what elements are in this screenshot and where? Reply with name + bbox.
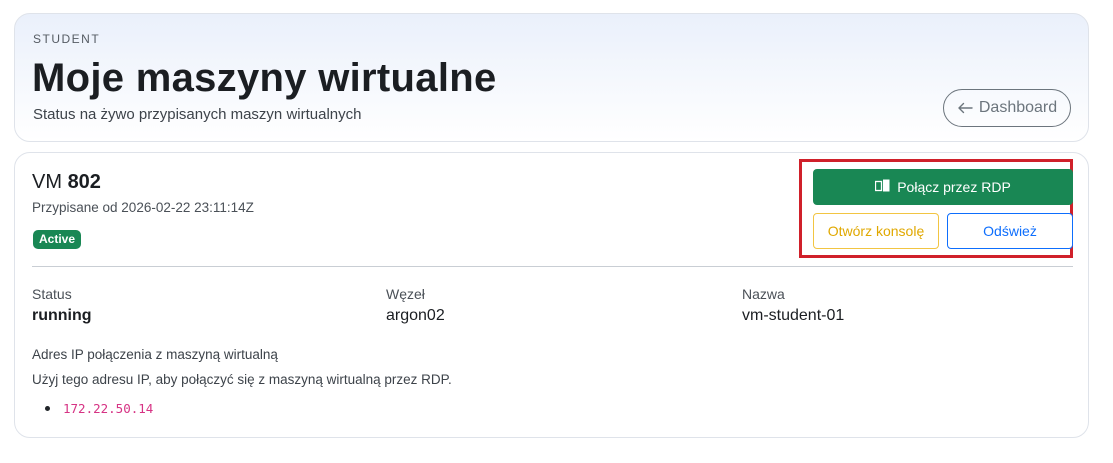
page-title: Moje maszyny wirtualne [32,56,497,100]
dashboard-button-label: Dashboard [978,99,1058,116]
vm-id: 802 [67,171,101,193]
ip-section-heading: Adres IP połączenia z maszyną wirtualną [32,347,278,362]
ip-section-hint: Użyj tego adresu IP, aby połączyć się z … [32,372,452,387]
vm-card: VM 802 Przypisane od 2026-02-22 23:11:14… [14,152,1089,438]
open-console-button[interactable]: Otwórz konsolę [813,213,939,249]
windows-icon [875,179,890,195]
refresh-button[interactable]: Odśwież [947,213,1073,249]
dashboard-button[interactable]: Dashboard [943,89,1071,127]
page-header: STUDENT Moje maszyny wirtualne Status na… [14,13,1089,142]
arrow-left-icon [957,102,973,114]
node-value: argon02 [386,307,445,324]
status-badge: Active [33,230,82,249]
ip-address-list: 172.22.50.14 [32,401,153,416]
list-item: 172.22.50.14 [32,401,153,416]
ip-address: 172.22.50.14 [63,401,154,416]
bullet-icon [45,406,50,411]
vm-actions: Połącz przez RDP Otwórz konsolę Odśwież [799,159,1073,258]
role-eyebrow: STUDENT [33,32,101,46]
status-label: Status [32,286,72,302]
connect-rdp-label: Połącz przez RDP [897,179,1011,195]
name-label: Nazwa [742,286,785,302]
connect-rdp-button[interactable]: Połącz przez RDP [813,169,1073,205]
divider [32,266,1073,267]
page-subtitle: Status na żywo przypisanych maszyn wirtu… [33,106,362,123]
vm-title: VM 802 [32,171,101,194]
name-value: vm-student-01 [742,307,845,324]
node-label: Węzeł [386,286,425,302]
vm-title-prefix: VM [32,171,62,193]
assigned-date: Przypisane od 2026-02-22 23:11:14Z [32,200,254,215]
status-value: running [32,307,92,324]
